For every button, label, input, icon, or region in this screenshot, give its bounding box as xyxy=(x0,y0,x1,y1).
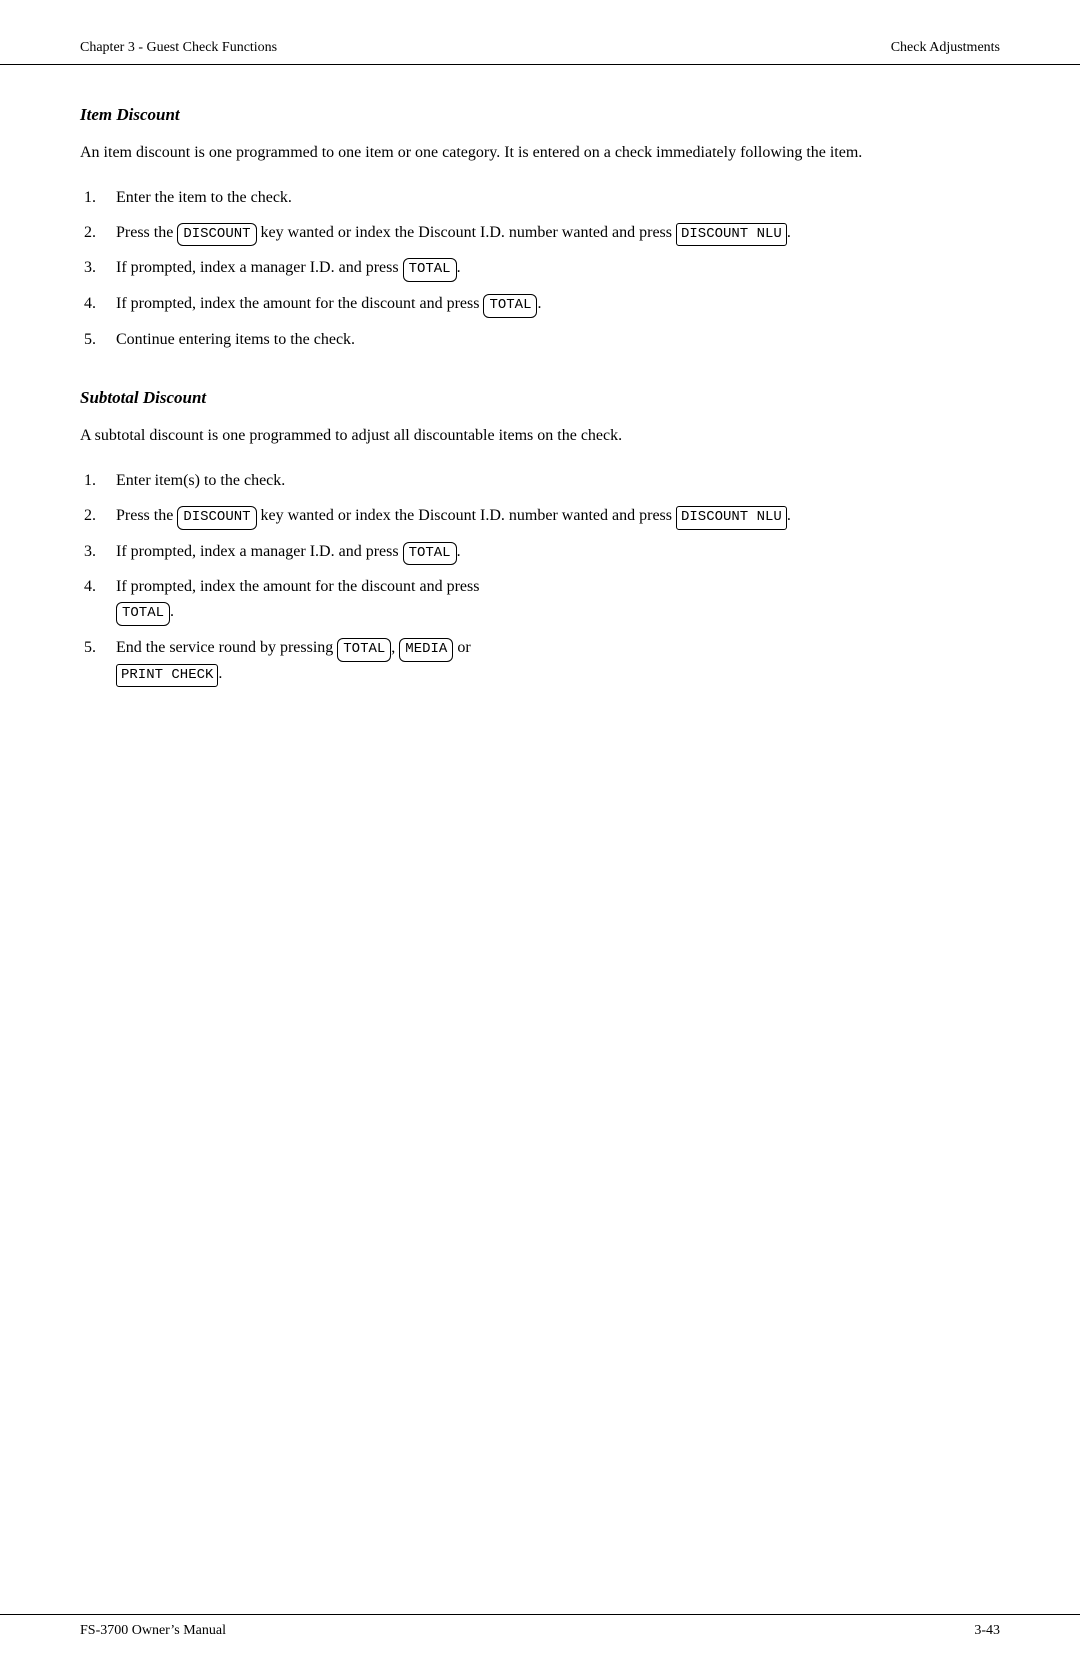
discount-key: DISCOUNT xyxy=(177,506,256,530)
list-content: Enter item(s) to the check. xyxy=(116,469,1000,494)
list-number: 3. xyxy=(80,540,116,565)
list-item: 1. Enter item(s) to the check. xyxy=(80,469,1000,494)
item-discount-section: Item Discount An item discount is one pr… xyxy=(80,105,1000,352)
total-key: TOTAL xyxy=(483,294,537,318)
total-key: TOTAL xyxy=(337,638,391,662)
header-section: Check Adjustments xyxy=(891,40,1000,56)
list-number: 5. xyxy=(80,636,116,661)
footer-manual-title: FS-3700 Owner’s Manual xyxy=(80,1623,226,1639)
list-item: 5. Continue entering items to the check. xyxy=(80,328,1000,353)
page-container: Chapter 3 - Guest Check Functions Check … xyxy=(0,0,1080,1669)
list-number: 4. xyxy=(80,292,116,317)
list-item: 2. Press the DISCOUNT key wanted or inde… xyxy=(80,504,1000,530)
total-key: TOTAL xyxy=(403,258,457,282)
media-key: MEDIA xyxy=(399,638,453,662)
subtotal-discount-section: Subtotal Discount A subtotal discount is… xyxy=(80,388,1000,687)
list-number: 3. xyxy=(80,256,116,281)
list-content: End the service round by pressing TOTAL,… xyxy=(116,636,1000,687)
page-header: Chapter 3 - Guest Check Functions Check … xyxy=(0,0,1080,65)
list-item: 4. If prompted, index the amount for the… xyxy=(80,292,1000,318)
item-discount-list: 1. Enter the item to the check. 2. Press… xyxy=(80,186,1000,353)
list-item: 1. Enter the item to the check. xyxy=(80,186,1000,211)
discount-nlu-key: DISCOUNT NLU xyxy=(676,506,787,530)
list-content: Press the DISCOUNT key wanted or index t… xyxy=(116,221,1000,247)
print-check-key: PRINT CHECK xyxy=(116,664,218,688)
list-number: 5. xyxy=(80,328,116,353)
footer-page-number: 3-43 xyxy=(974,1623,1000,1639)
subtotal-discount-intro: A subtotal discount is one programmed to… xyxy=(80,424,1000,449)
page-footer: FS-3700 Owner’s Manual 3-43 xyxy=(0,1614,1080,1669)
list-content: Press the DISCOUNT key wanted or index t… xyxy=(116,504,1000,530)
discount-key: DISCOUNT xyxy=(177,223,256,247)
subtotal-discount-list: 1. Enter item(s) to the check. 2. Press … xyxy=(80,469,1000,687)
list-item: 4. If prompted, index the amount for the… xyxy=(80,575,1000,625)
total-key: TOTAL xyxy=(116,602,170,626)
item-discount-intro: An item discount is one programmed to on… xyxy=(80,141,1000,166)
discount-nlu-key: DISCOUNT NLU xyxy=(676,223,787,247)
list-content: Enter the item to the check. xyxy=(116,186,1000,211)
list-number: 1. xyxy=(80,186,116,211)
list-number: 1. xyxy=(80,469,116,494)
list-number: 2. xyxy=(80,221,116,246)
list-content: Continue entering items to the check. xyxy=(116,328,1000,353)
main-content: Item Discount An item discount is one pr… xyxy=(0,65,1080,803)
list-content: If prompted, index a manager I.D. and pr… xyxy=(116,540,1000,566)
total-key: TOTAL xyxy=(403,542,457,566)
subtotal-discount-heading: Subtotal Discount xyxy=(80,388,1000,408)
item-discount-heading: Item Discount xyxy=(80,105,1000,125)
header-chapter: Chapter 3 - Guest Check Functions xyxy=(80,40,277,56)
list-number: 2. xyxy=(80,504,116,529)
list-content: If prompted, index the amount for the di… xyxy=(116,575,1000,625)
list-number: 4. xyxy=(80,575,116,600)
list-item: 2. Press the DISCOUNT key wanted or inde… xyxy=(80,221,1000,247)
list-content: If prompted, index the amount for the di… xyxy=(116,292,1000,318)
list-item: 5. End the service round by pressing TOT… xyxy=(80,636,1000,687)
list-item: 3. If prompted, index a manager I.D. and… xyxy=(80,256,1000,282)
list-content: If prompted, index a manager I.D. and pr… xyxy=(116,256,1000,282)
list-item: 3. If prompted, index a manager I.D. and… xyxy=(80,540,1000,566)
